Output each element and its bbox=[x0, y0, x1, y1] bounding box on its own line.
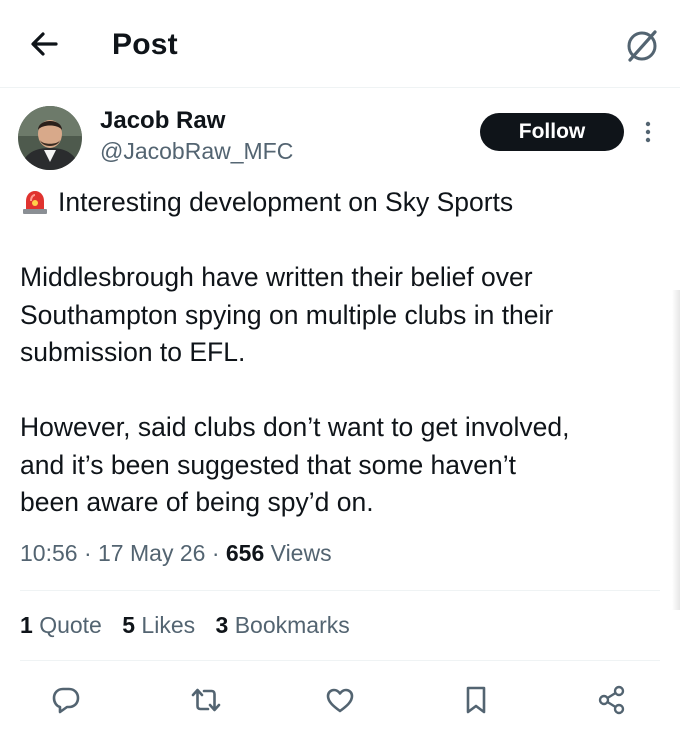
bookmarks-stat[interactable]: 3 Bookmarks bbox=[216, 612, 350, 638]
post-line-text: been aware of being spy’d on. bbox=[20, 487, 374, 517]
author-handle[interactable]: @JacobRaw_MFC bbox=[100, 138, 293, 165]
likes-count: 5 bbox=[122, 612, 136, 638]
grok-button[interactable] bbox=[622, 26, 662, 66]
back-button[interactable] bbox=[26, 26, 62, 62]
post-text: Interesting development on Sky Sports Mi… bbox=[20, 184, 660, 522]
reply-button[interactable] bbox=[46, 680, 86, 720]
bookmark-button[interactable] bbox=[456, 680, 496, 720]
meta-separator: · bbox=[83, 540, 92, 566]
post-line-text: Southampton spying on multiple clubs in … bbox=[20, 299, 554, 330]
post-line-text: submission to EFL. bbox=[20, 337, 246, 367]
author-display-name[interactable]: Jacob Raw bbox=[100, 107, 225, 135]
post-time[interactable]: 10:56 bbox=[20, 540, 78, 566]
post-line-text: and it’s been suggested that some haven’… bbox=[20, 449, 516, 480]
share-button[interactable] bbox=[592, 680, 632, 720]
follow-button[interactable]: Follow bbox=[480, 113, 624, 151]
post-meta: 10:56 · 17 May 26 · 656 Views bbox=[20, 540, 332, 567]
quotes-label: Quote bbox=[39, 612, 102, 638]
post-line-text: Interesting development on Sky Sports bbox=[58, 187, 514, 217]
share-icon bbox=[598, 685, 625, 715]
scroll-edge-shadow bbox=[672, 290, 680, 610]
profile-photo-icon bbox=[18, 106, 82, 170]
post-line-text: Middlesbrough have written their belief … bbox=[20, 262, 533, 292]
more-options-button[interactable] bbox=[638, 118, 658, 148]
avatar[interactable] bbox=[18, 106, 82, 170]
grok-slash-icon bbox=[627, 30, 657, 62]
quotes-count: 1 bbox=[20, 612, 33, 638]
engagement-stats: 1 Quote 5 Likes 3 Bookmarks bbox=[20, 612, 364, 639]
like-button[interactable] bbox=[320, 680, 360, 720]
views-count: 656 bbox=[225, 540, 265, 566]
post-date[interactable]: 17 May 26 bbox=[98, 540, 205, 566]
meta-separator: · bbox=[211, 540, 220, 566]
top-bar: Post bbox=[0, 0, 680, 88]
page-title: Post bbox=[112, 28, 178, 61]
views-label: Views bbox=[270, 540, 332, 566]
repost-icon bbox=[191, 688, 221, 712]
rotating-light-icon bbox=[23, 191, 47, 214]
bookmarks-count: 3 bbox=[215, 612, 229, 638]
more-vertical-icon bbox=[645, 121, 651, 143]
divider bbox=[20, 660, 660, 661]
post-line-text: However, said clubs don’t want to get in… bbox=[20, 412, 570, 442]
divider bbox=[20, 590, 660, 591]
reply-icon bbox=[52, 687, 80, 714]
quotes-stat[interactable]: 1 Quote bbox=[20, 612, 102, 638]
likes-label: Likes bbox=[141, 612, 196, 638]
action-bar bbox=[0, 672, 680, 726]
post-line-headline: Interesting development on Sky Sports bbox=[20, 184, 660, 222]
repost-button[interactable] bbox=[186, 680, 226, 720]
arrow-left-icon bbox=[31, 32, 58, 56]
bookmark-icon bbox=[466, 686, 486, 714]
bookmarks-label: Bookmarks bbox=[234, 612, 350, 638]
likes-stat[interactable]: 5 Likes bbox=[122, 612, 195, 638]
like-icon bbox=[326, 688, 354, 713]
